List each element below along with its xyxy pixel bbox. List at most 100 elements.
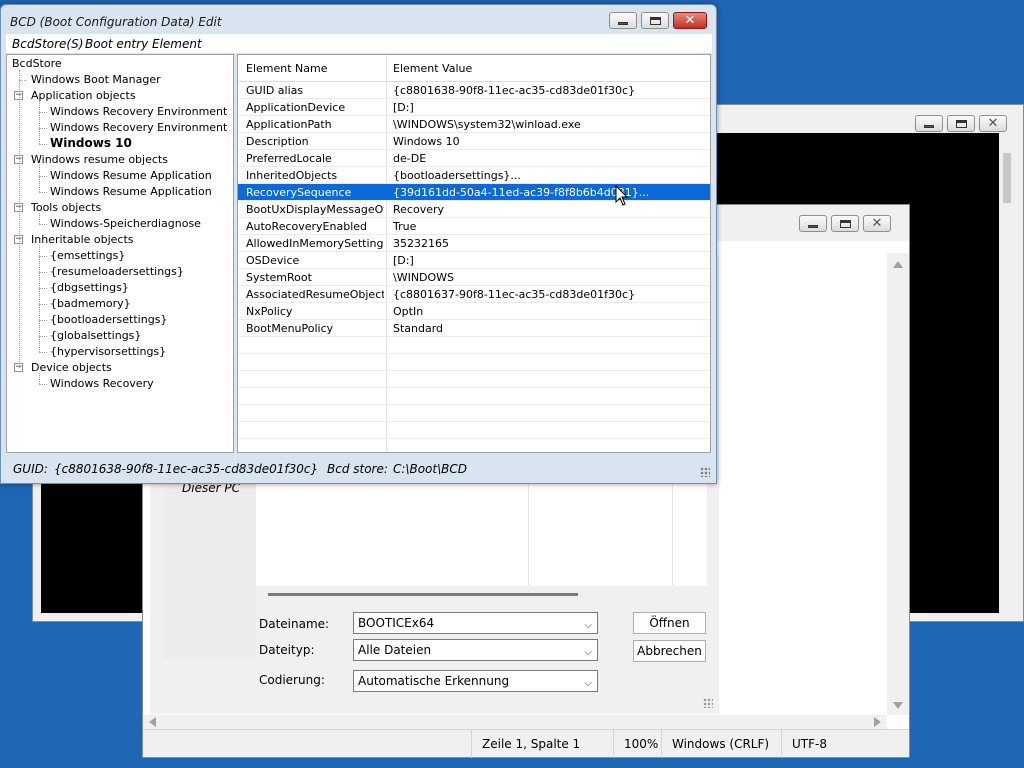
tree-item[interactable]: Windows 10 — [50, 136, 132, 151]
bcd-maximize-button[interactable] — [641, 12, 669, 29]
grid-row[interactable]: ApplicationPath \WINDOWS\system32\winload… — [238, 116, 710, 133]
grid-row[interactable]: AutoRecoveryEnabled True — [238, 218, 710, 235]
grid-row-empty[interactable] — [238, 388, 710, 405]
navigation-pane[interactable] — [164, 479, 256, 659]
filename-combobox[interactable]: BOOTICEx64 ⌵ — [353, 612, 598, 634]
tree-category[interactable]: Inheritable objects — [31, 232, 134, 247]
tree-item[interactable]: Windows Recovery — [50, 376, 154, 391]
filetype-combobox[interactable]: Alle Dateien ⌵ — [353, 639, 598, 661]
element-value-cell[interactable]: {c8801637-90f8-11ec-ac35-cd83de01f30c} — [393, 288, 635, 301]
scroll-up-icon[interactable] — [893, 261, 903, 268]
tree-item[interactable]: Windows-Speicherdiagnose — [50, 216, 201, 231]
tree-item[interactable]: {bootloadersettings} — [50, 312, 167, 327]
tree-item[interactable]: {badmemory} — [50, 296, 131, 311]
element-value-cell[interactable]: {39d161dd-50a4-11ed-ac39-f8f8b6b4d081}..… — [393, 186, 649, 199]
element-value-cell[interactable]: [D:] — [393, 254, 414, 267]
tree-item[interactable]: {hypervisorsettings} — [50, 344, 166, 359]
scrollbar-thumb[interactable] — [1003, 153, 1011, 203]
grid-row-empty[interactable] — [238, 371, 710, 388]
grid-row[interactable]: ApplicationDevice [D:] — [238, 99, 710, 116]
grid-row[interactable]: PreferredLocale de-DE — [238, 150, 710, 167]
element-value-cell[interactable]: [D:] — [393, 101, 414, 114]
open-button[interactable]: Öffnen — [633, 612, 706, 634]
menu-element[interactable]: Element — [152, 37, 202, 51]
resize-grip-icon[interactable] — [700, 467, 710, 477]
tree-item[interactable]: Windows Recovery Environment — [50, 104, 227, 119]
scroll-left-icon[interactable] — [149, 717, 156, 727]
tree-category[interactable]: Application objects — [31, 88, 136, 103]
element-value-cell[interactable]: {c8801638-90f8-11ec-ac35-cd83de01f30c} — [393, 84, 635, 97]
tree-item[interactable]: {emsettings} — [50, 248, 125, 263]
minimize-icon — [924, 124, 934, 128]
notepad-close-button[interactable]: ✕ — [863, 215, 891, 232]
scroll-right-icon[interactable] — [874, 717, 881, 727]
grid-row[interactable]: AssociatedResumeObject {c8801637-90f8-11e… — [238, 286, 710, 303]
tree-connector — [39, 165, 40, 192]
bcd-minimize-button[interactable] — [609, 12, 637, 29]
grid-row[interactable]: AllowedInMemorySettings 35232165 — [238, 235, 710, 252]
tree-category[interactable]: Windows Boot Manager — [31, 72, 161, 87]
grid-row-empty[interactable] — [238, 354, 710, 371]
console-scrollbar[interactable] — [999, 133, 1015, 613]
encoding-combobox[interactable]: Automatische Erkennung ⌵ — [353, 670, 598, 692]
cancel-button[interactable]: Abbrechen — [633, 640, 706, 662]
grid-row[interactable]: SystemRoot \WINDOWS — [238, 269, 710, 286]
grid-row[interactable]: NxPolicy OptIn — [238, 303, 710, 320]
grid-row[interactable]: BootMenuPolicy Standard — [238, 320, 710, 337]
element-value-cell[interactable]: Recovery — [393, 203, 444, 216]
notepad-maximize-button[interactable] — [831, 215, 859, 232]
element-name-cell: ApplicationPath — [246, 118, 332, 131]
element-value-cell[interactable]: \WINDOWS\system32\winload.exe — [393, 118, 581, 131]
element-value-cell[interactable]: {bootloadersettings}... — [393, 169, 521, 182]
element-value-cell[interactable]: 35232165 — [393, 237, 449, 250]
element-grid[interactable]: Element Name Element Value GUID alias {c8… — [237, 54, 711, 453]
scroll-down-icon[interactable] — [893, 702, 903, 709]
tree-item[interactable]: Windows Resume Application — [50, 184, 212, 199]
resize-grip-icon[interactable] — [703, 698, 713, 708]
tree-item[interactable]: Windows Resume Application — [50, 168, 212, 183]
grid-row[interactable]: Description Windows 10 — [238, 133, 710, 150]
element-value-cell[interactable]: True — [393, 220, 416, 233]
element-value-cell[interactable]: de-DE — [393, 152, 426, 165]
tree-root[interactable]: BcdStore — [12, 56, 62, 71]
tree-item[interactable]: {globalsettings} — [50, 328, 141, 343]
notepad-minimize-button[interactable] — [799, 215, 827, 232]
status-line-ending: Windows (CRLF) — [661, 730, 781, 758]
grid-row[interactable]: OSDevice [D:] — [238, 252, 710, 269]
grid-row[interactable]: GUID alias {c8801638-90f8-11ec-ac35-cd83d… — [238, 82, 710, 99]
grid-row[interactable]: InheritedObjects {bootloadersettings}... — [238, 167, 710, 184]
chevron-down-icon[interactable]: ⌵ — [584, 674, 592, 694]
element-value-cell[interactable]: Windows 10 — [393, 135, 460, 148]
tree-connector — [39, 192, 47, 193]
tree-category[interactable]: Device objects — [31, 360, 112, 375]
tree-item[interactable]: {resumeloadersettings} — [50, 264, 184, 279]
console-minimize-button[interactable] — [915, 115, 943, 132]
grid-row-empty[interactable] — [238, 422, 710, 439]
chevron-down-icon[interactable]: ⌵ — [584, 643, 592, 663]
column-header-value[interactable]: Element Value — [393, 62, 472, 75]
tree-category[interactable]: Tools objects — [31, 200, 101, 215]
status-guid-value: {c8801638-90f8-11ec-ac35-cd83de01f30c} — [54, 462, 319, 476]
notepad-vertical-scrollbar[interactable] — [887, 253, 909, 715]
console-close-button[interactable]: ✕ — [979, 115, 1007, 132]
tree-connector — [39, 288, 47, 289]
tree-item[interactable]: {dbgsettings} — [50, 280, 129, 295]
tree-item[interactable]: Windows Recovery Environment — [50, 120, 227, 135]
menu-bcdstore[interactable]: BcdStore(S) — [12, 37, 83, 51]
element-value-cell[interactable]: Standard — [393, 322, 443, 335]
tree-category[interactable]: Windows resume objects — [31, 152, 168, 167]
bcd-close-button[interactable]: ✕ — [673, 12, 707, 29]
element-value-cell[interactable]: OptIn — [393, 305, 423, 318]
element-value-cell[interactable]: \WINDOWS — [393, 271, 454, 284]
grid-row[interactable]: RecoverySequence {39d161dd-50a4-11ed-ac39… — [238, 184, 710, 201]
console-maximize-button[interactable] — [947, 115, 975, 132]
file-list-scrollbar[interactable] — [268, 593, 578, 596]
bcd-tree-view[interactable]: BcdStore Windows Boot Manager Application … — [6, 54, 234, 453]
grid-row-empty[interactable] — [238, 337, 710, 354]
grid-row[interactable]: BootUxDisplayMessageOv... Recovery — [238, 201, 710, 218]
menu-boot-entry[interactable]: Boot entry — [85, 37, 148, 51]
notepad-horizontal-scrollbar[interactable] — [143, 715, 887, 729]
column-header-name[interactable]: Element Name — [246, 62, 328, 75]
grid-row-empty[interactable] — [238, 405, 710, 422]
chevron-down-icon[interactable]: ⌵ — [584, 616, 592, 636]
